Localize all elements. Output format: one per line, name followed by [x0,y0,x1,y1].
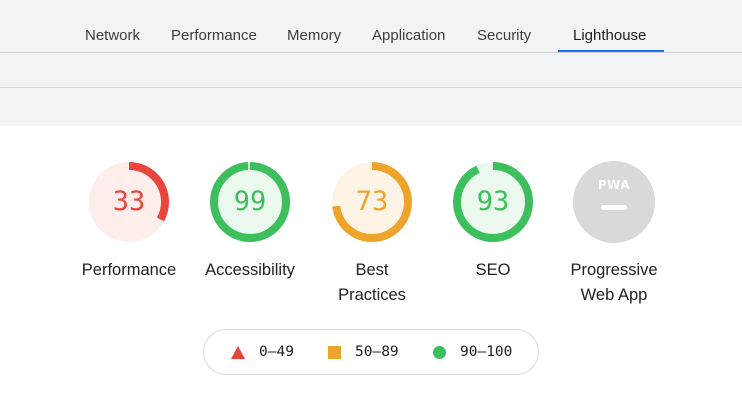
tab-security[interactable]: Security [477,0,531,52]
circle-icon [433,346,446,359]
gauge-label-line: Web App [580,286,648,304]
gauge-label-accessibility: Accessibility [185,258,315,283]
tab-lighthouse[interactable]: Lighthouse [573,0,646,52]
square-icon [328,346,341,359]
pwa-badge-circle [573,161,655,243]
gauge-label-seo: SEO [428,258,558,283]
gauge-label-line: Best [355,261,389,279]
tab-application[interactable]: Application [372,0,445,52]
legend-item-fail: 0–49 [231,330,294,374]
gauge-performance[interactable]: 33 [87,160,171,244]
tab-performance[interactable]: Performance [171,0,257,52]
devtools-tab-bar: Network Performance Memory Application S… [0,0,742,53]
not-applicable-dash-icon [601,205,627,210]
legend-range: 90–100 [460,344,513,360]
gauge-label-line: Progressive [570,261,658,279]
gauge-label-line: Accessibility [205,261,295,279]
triangle-icon [231,346,245,359]
gauge-label-line: SEO [475,261,511,279]
pwa-logo-icon: PWA [597,178,631,192]
legend-item-average: 50–89 [328,330,399,374]
gauge-score: 73 [355,186,389,217]
tab-network[interactable]: Network [85,0,140,52]
gauge-label-best-practices: Best Practices [307,258,437,308]
gauge-label-line: Practices [338,286,406,304]
active-tab-indicator [558,50,664,52]
gauge-accessibility[interactable]: 99 [208,160,292,244]
tab-memory[interactable]: Memory [287,0,341,52]
gauge-best-practices[interactable]: 73 [330,160,414,244]
pwa-badge-background [573,161,655,243]
gauge-label-pwa: Progressive Web App [549,258,679,308]
gauge-score: 33 [112,186,146,217]
gauge-label-performance: Performance [64,258,194,283]
legend-range: 50–89 [355,344,399,360]
lighthouse-toolbar [0,53,742,88]
gauge-score: 99 [233,186,267,217]
report-url-bar [0,88,742,126]
score-legend: 0–49 50–89 90–100 [203,329,539,375]
gauge-seo[interactable]: 93 [451,160,535,244]
legend-range: 0–49 [259,344,294,360]
gauge-score: 93 [476,186,510,217]
gauge-pwa[interactable]: PWA [572,160,656,244]
gauge-label-line: Performance [81,261,177,279]
legend-item-pass: 90–100 [433,330,512,374]
